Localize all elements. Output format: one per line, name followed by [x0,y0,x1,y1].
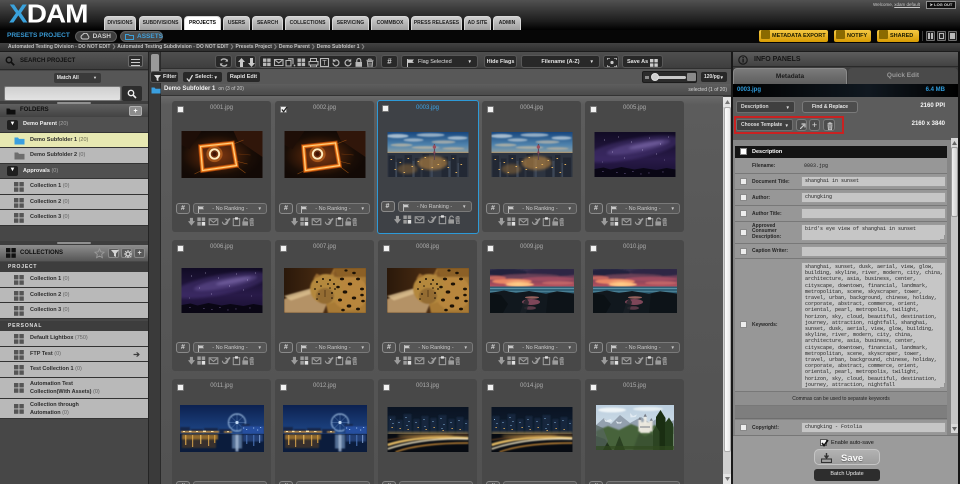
svg-text:T: T [322,60,327,67]
